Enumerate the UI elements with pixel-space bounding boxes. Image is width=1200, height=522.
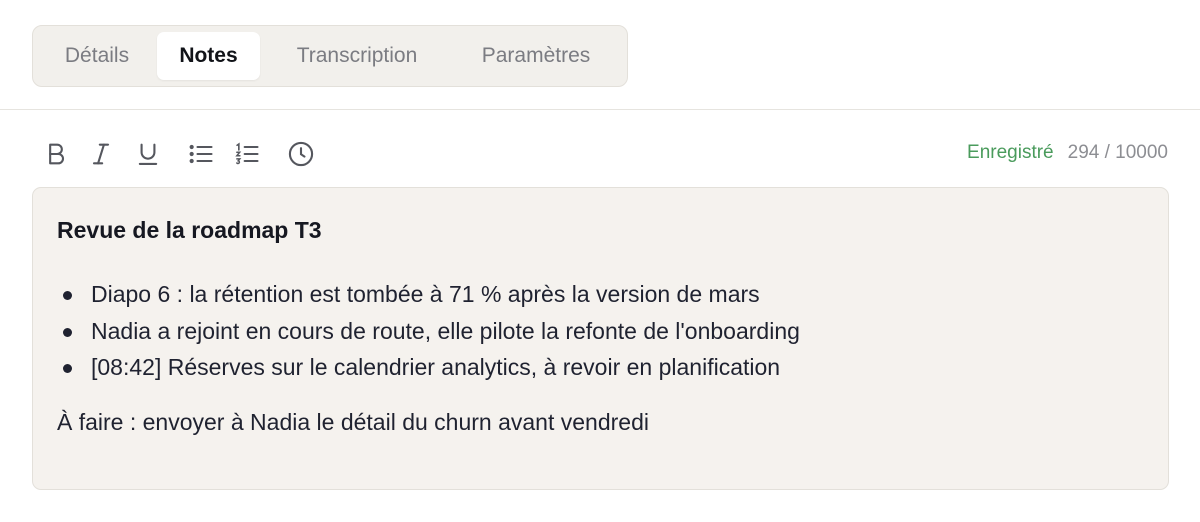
tab-details[interactable]: Détails <box>43 32 151 80</box>
bold-button[interactable] <box>39 137 73 171</box>
bulleted-list-button[interactable] <box>184 137 218 171</box>
list-item: [08:42] Réserves sur le calendrier analy… <box>57 349 1144 386</box>
bullet-list: Diapo 6 : la rétention est tombée à 71 %… <box>57 276 1144 386</box>
clock-icon <box>288 141 314 167</box>
tab-notes[interactable]: Notes <box>157 32 260 80</box>
save-status: Enregistré 294 / 10000 <box>967 142 1168 164</box>
numbered-list-icon <box>235 142 259 165</box>
bold-icon <box>49 143 64 165</box>
list-item-text: [08:42] Réserves sur le calendrier analy… <box>91 354 781 380</box>
bullet-dot <box>63 327 72 337</box>
bulleted-list-icon <box>189 144 213 164</box>
editor-toolbar: Enregistré 294 / 10000 <box>32 133 1168 175</box>
list-item: Diapo 6 : la rétention est tombée à 71 %… <box>57 276 1144 313</box>
saved-indicator: Enregistré <box>967 142 1054 163</box>
notes-editor[interactable]: Revue de la roadmap T3 Diapo 6 : la réte… <box>32 187 1169 490</box>
tab-parametres[interactable]: Paramètres <box>460 32 612 80</box>
tab-bar: Détails Notes Transcription Paramètres <box>32 25 628 87</box>
list-item-text: Diapo 6 : la rétention est tombée à 71 %… <box>91 281 760 307</box>
list-item-text: Nadia a rejoint en cours de route, elle … <box>91 317 800 344</box>
italic-icon <box>92 143 110 165</box>
underline-button[interactable] <box>131 137 165 171</box>
timestamp-button[interactable] <box>284 137 318 171</box>
bullet-dot <box>63 364 72 373</box>
bullet-dot <box>63 291 72 300</box>
character-count: 294 / 10000 <box>1067 142 1168 163</box>
italic-button[interactable] <box>84 137 118 171</box>
tab-header: Détails Notes Transcription Paramètres <box>0 0 1200 110</box>
tab-transcription[interactable]: Transcription <box>273 32 441 80</box>
numbered-list-button[interactable] <box>230 137 264 171</box>
list-item: Nadia a rejoint en cours de route, elle … <box>57 313 1144 350</box>
todo-line: À faire : envoyer à Nadia le détail du c… <box>57 408 649 435</box>
underline-icon <box>138 143 158 165</box>
note-heading: Revue de la roadmap T3 <box>57 217 322 243</box>
